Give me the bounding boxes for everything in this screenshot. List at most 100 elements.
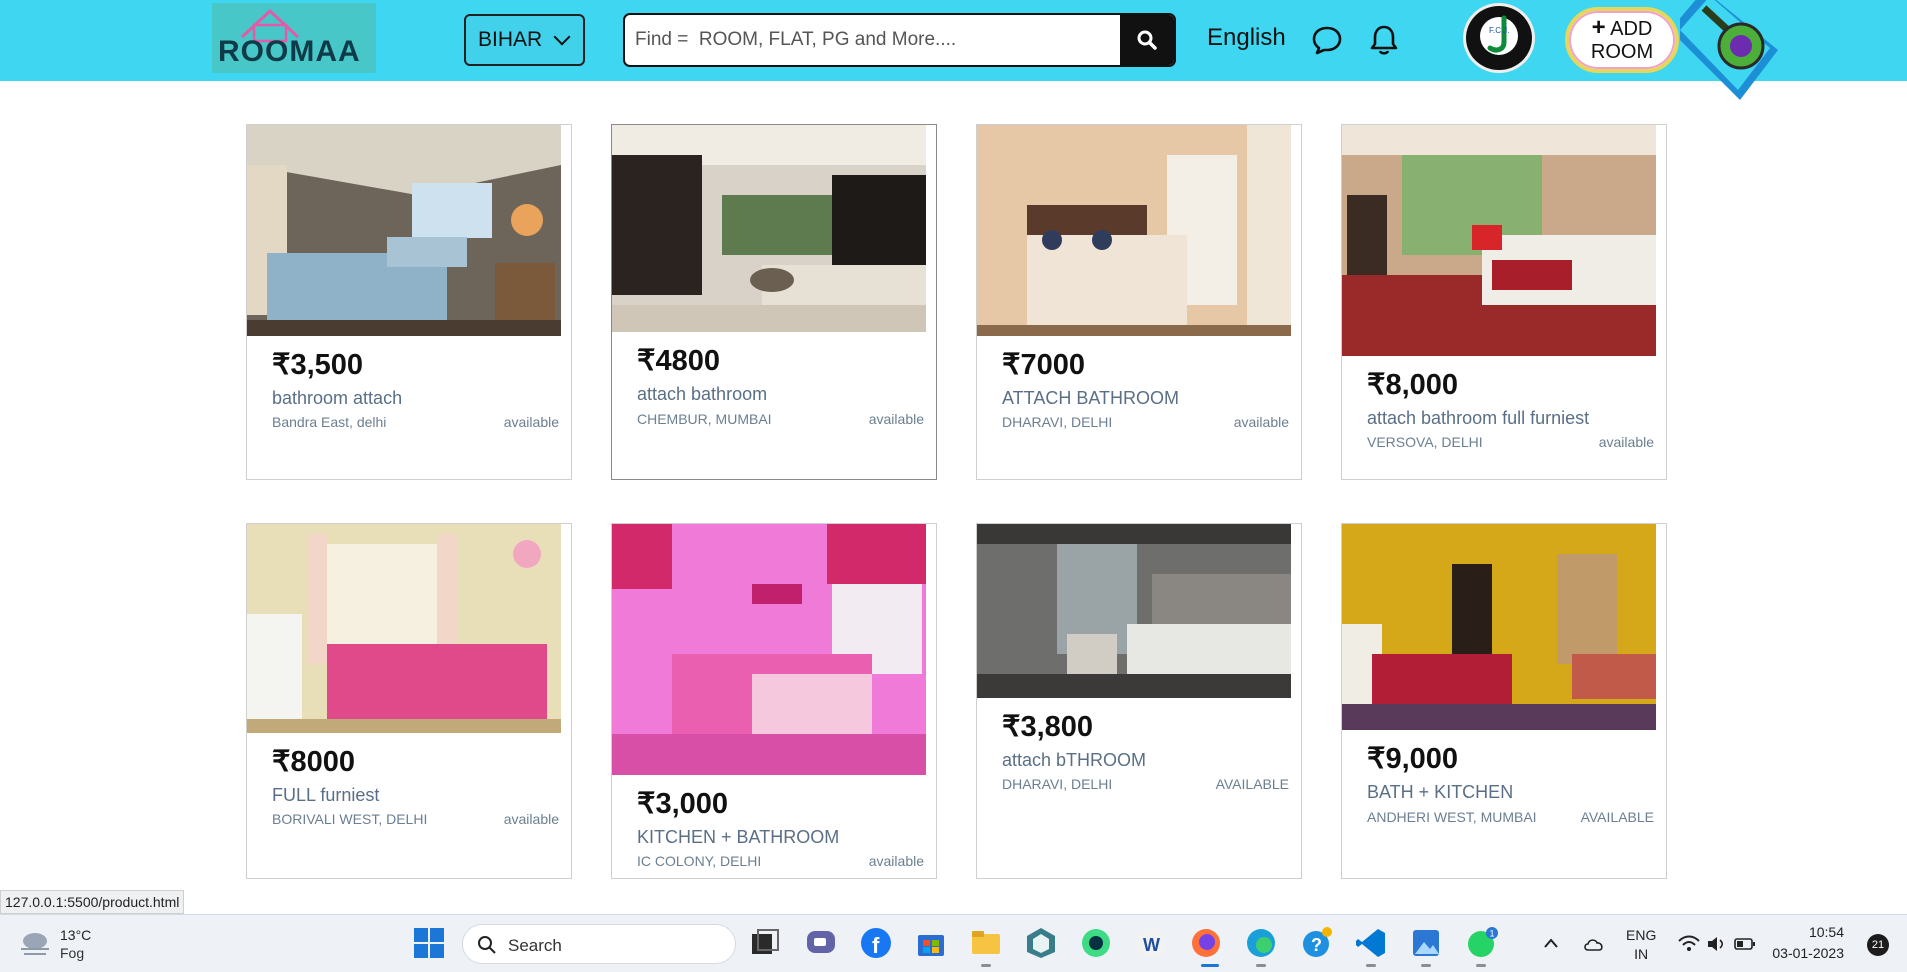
listing-price: ₹3,800 <box>1002 711 1094 743</box>
listing-availability: available <box>1598 434 1654 450</box>
hotel-room-photo <box>1342 125 1656 356</box>
listing-availability: available <box>868 853 924 869</box>
help-icon[interactable]: ? <box>1299 926 1333 960</box>
browser-status-url: 127.0.0.1:5500/product.html <box>0 890 185 914</box>
photos-icon[interactable] <box>1409 926 1443 960</box>
clock-time: 10:54 <box>1808 924 1844 940</box>
fog-weather-icon <box>21 933 49 955</box>
svg-text:W: W <box>1143 935 1160 955</box>
wifi-icon[interactable] <box>1678 935 1700 953</box>
listing-location: DHARAVI, DELHI <box>1002 776 1113 792</box>
weather-condition: Fog <box>60 945 85 961</box>
listing-description: ATTACH BATHROOM <box>1002 388 1179 408</box>
volume-icon[interactable] <box>1706 935 1726 953</box>
system-clock[interactable]: 10:54 03-01-2023 <box>1760 922 1844 964</box>
running-indicator <box>1256 964 1266 967</box>
facebook-icon[interactable]: f <box>859 926 893 960</box>
android-studio-icon[interactable] <box>1079 926 1113 960</box>
decorative-badge-icon <box>1680 0 1778 100</box>
listing-price: ₹9,000 <box>1367 743 1459 775</box>
listing-location: BORIVALI WEST, DELHI <box>272 811 428 827</box>
yellow-bedroom-photo <box>1342 524 1656 730</box>
firefox-icon[interactable] <box>1189 926 1223 960</box>
task-view-icon[interactable] <box>748 926 782 960</box>
listing-description: BATH + KITCHEN <box>1367 782 1514 802</box>
windows-start-icon[interactable] <box>412 926 446 960</box>
listing-card[interactable]: ₹3,500 bathroom attach Bandra East, delh… <box>246 124 572 480</box>
svg-text:?: ? <box>1311 935 1322 955</box>
battery-icon[interactable] <box>1734 937 1756 951</box>
bedroom-photo <box>247 125 561 336</box>
microsoft-store-icon[interactable] <box>914 926 948 960</box>
listing-description: bathroom attach <box>272 388 403 408</box>
listing-card[interactable]: ₹8,000 attach bathroom full furniest VER… <box>1341 124 1667 480</box>
listing-availability: AVAILABLE <box>1215 776 1289 792</box>
listing-availability: AVAILABLE <box>1580 809 1654 825</box>
bell-icon[interactable] <box>1368 23 1400 57</box>
listing-description: attach bathroom <box>637 384 768 404</box>
running-indicator <box>1421 964 1431 967</box>
chevron-down-icon <box>553 28 571 46</box>
listing-card[interactable]: ₹3,800 attach bTHROOM DHARAVI, DELHI AVA… <box>976 523 1302 879</box>
windows-taskbar: 13°C Fog Search f W ? 1 ENG IN 10:54 03-… <box>0 914 1907 972</box>
search-input[interactable] <box>635 15 1125 65</box>
chat-icon[interactable] <box>1311 25 1343 55</box>
search-bar <box>623 13 1176 67</box>
listing-location: DHARAVI, DELHI <box>1002 414 1113 430</box>
notification-count-badge[interactable]: 21 <box>1867 934 1889 956</box>
listing-location: CHEMBUR, MUMBAI <box>637 411 772 427</box>
listing-description: attach bathroom full furniest <box>1367 408 1590 428</box>
running-indicator <box>981 964 991 967</box>
listing-availability: available <box>1233 414 1289 430</box>
taskbar-search[interactable]: Search <box>462 924 736 964</box>
listing-price: ₹8,000 <box>1367 369 1459 401</box>
listing-price: ₹3,000 <box>637 788 729 820</box>
state-select-value: BIHAR <box>478 28 543 51</box>
add-room-button[interactable]: + ADD ROOM <box>1565 7 1679 73</box>
bedroom-photo <box>977 125 1291 336</box>
search-icon <box>478 936 496 954</box>
vscode-icon[interactable] <box>1354 926 1388 960</box>
chevron-up-icon[interactable] <box>1543 937 1559 949</box>
user-avatar[interactable]: F.C.J. <box>1463 3 1535 73</box>
listing-availability: available <box>503 811 559 827</box>
search-icon <box>1137 30 1157 50</box>
add-room-label-line1: ADD <box>1610 18 1653 40</box>
roomaa-logo[interactable]: ROOMAA <box>212 3 376 73</box>
listing-description: KITCHEN + BATHROOM <box>637 827 840 847</box>
listing-card[interactable]: ₹4800 attach bathroom CHEMBUR, MUMBAI av… <box>611 124 937 480</box>
listing-card[interactable]: ₹7000 ATTACH BATHROOM DHARAVI, DELHI ava… <box>976 124 1302 480</box>
add-room-label-line2: ROOM <box>1590 41 1654 63</box>
weather-temperature: 13°C <box>60 927 92 943</box>
app-icon[interactable] <box>1024 926 1058 960</box>
language-toggle[interactable]: English <box>1207 24 1286 52</box>
listing-card[interactable]: ₹3,000 KITCHEN + BATHROOM IC COLONY, DEL… <box>611 523 937 879</box>
listing-price: ₹8000 <box>272 746 355 778</box>
listing-availability: available <box>503 414 559 430</box>
svg-text:f: f <box>872 933 880 958</box>
plus-icon: + <box>1591 14 1606 41</box>
search-button[interactable] <box>1120 15 1174 65</box>
edge-icon[interactable] <box>1244 926 1278 960</box>
whatsapp-icon[interactable]: 1 <box>1464 926 1498 960</box>
listing-price: ₹4800 <box>637 345 720 377</box>
active-indicator <box>1201 964 1219 967</box>
weather-widget[interactable]: 13°C Fog <box>18 925 128 965</box>
input-language[interactable]: ENG IN <box>1626 926 1656 964</box>
living-room-photo <box>612 125 926 332</box>
listing-location: Bandra East, delhi <box>272 414 387 430</box>
kids-bedroom-photo <box>247 524 561 733</box>
state-select[interactable]: BIHAR <box>464 14 585 66</box>
listing-price: ₹7000 <box>1002 349 1085 381</box>
listing-card[interactable]: ₹9,000 BATH + KITCHEN ANDHERI WEST, MUMB… <box>1341 523 1667 879</box>
writing-app-icon[interactable]: W <box>1134 926 1168 960</box>
region-code: IN <box>1634 946 1649 962</box>
file-explorer-icon[interactable] <box>969 926 1003 960</box>
listing-description: FULL furniest <box>272 785 380 805</box>
onedrive-cloud-icon[interactable] <box>1582 936 1606 952</box>
running-indicator <box>1366 964 1376 967</box>
twin-bed-room-photo <box>977 524 1291 698</box>
listing-card[interactable]: ₹8000 FULL furniest BORIVALI WEST, DELHI… <box>246 523 572 879</box>
teams-chat-icon[interactable] <box>804 926 838 960</box>
logo-text: ROOMAA <box>218 35 361 68</box>
